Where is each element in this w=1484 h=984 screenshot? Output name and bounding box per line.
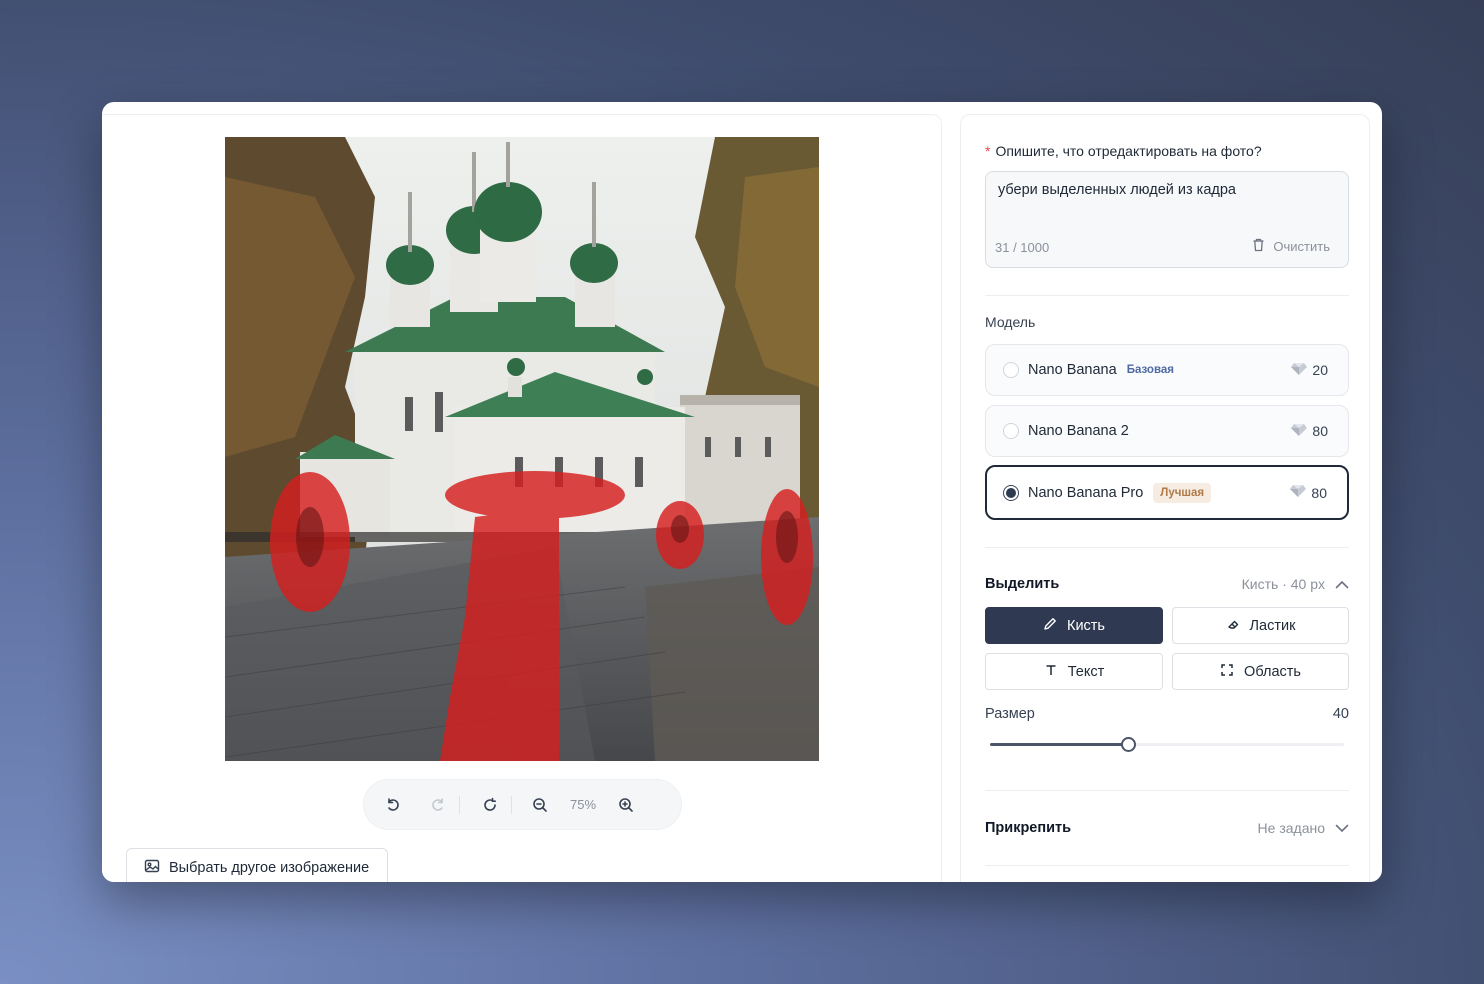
model-option-nano-banana-pro[interactable]: Nano Banana Pro Лучшая 80 <box>985 465 1349 520</box>
select-tools: Кисть Ластик Текст Область <box>985 607 1349 690</box>
area-tool-label: Область <box>1244 663 1301 680</box>
eraser-tool-label: Ластик <box>1249 617 1296 634</box>
brush-tool-button[interactable]: Кисть <box>985 607 1163 644</box>
model-option-nano-banana[interactable]: Nano Banana Базовая 20 <box>985 344 1349 396</box>
radio-button[interactable] <box>1003 362 1019 378</box>
clear-prompt-button[interactable]: Очистить <box>1252 238 1330 255</box>
zoom-level: 75% <box>569 797 597 812</box>
diamond-icon <box>1290 362 1308 379</box>
zoom-out-icon[interactable] <box>527 792 553 818</box>
choose-another-image-label: Выбрать другое изображение <box>169 860 370 876</box>
attach-value: Не задано <box>1258 820 1349 836</box>
attach-value-text: Не задано <box>1257 820 1325 836</box>
model-cost-value: 80 <box>1311 484 1327 501</box>
model-name: Nano Banana <box>1028 362 1117 378</box>
area-tool-button[interactable]: Область <box>1172 653 1349 690</box>
model-option-nano-banana-2[interactable]: Nano Banana 2 80 <box>985 405 1349 457</box>
area-select-icon <box>1220 663 1234 681</box>
brush-tool-label: Кисть <box>1067 617 1105 634</box>
zoom-in-icon[interactable] <box>613 792 639 818</box>
clear-prompt-label: Очистить <box>1273 239 1330 254</box>
model-cost: 80 <box>1290 423 1328 440</box>
toolbar-divider <box>511 795 512 814</box>
diamond-icon <box>1289 484 1307 501</box>
undo-icon[interactable] <box>380 792 406 818</box>
prompt-char-counter: 31 / 1000 <box>995 240 1050 255</box>
prompt-value: убери выделенных людей из кадра <box>998 182 1236 198</box>
divider <box>985 295 1349 296</box>
model-cost-value: 80 <box>1312 423 1328 439</box>
toolbar-divider <box>459 795 460 814</box>
settings-panel: * Опишите, что отредактировать на фото? у… <box>960 114 1370 882</box>
model-cost-value: 20 <box>1312 362 1328 378</box>
slider-handle[interactable] <box>1121 737 1137 752</box>
select-title: Выделить <box>985 576 1060 592</box>
photo-canvas[interactable] <box>225 137 819 761</box>
chevron-down-icon[interactable] <box>1335 820 1349 836</box>
prompt-question-text: Опишите, что отредактировать на фото? <box>995 143 1262 159</box>
editor-window: 75% Выбрать другое изображение * Опишите,… <box>102 102 1382 882</box>
slider-fill <box>990 743 1129 746</box>
text-icon <box>1044 663 1058 681</box>
text-tool-label: Текст <box>1067 663 1105 680</box>
divider <box>985 865 1349 866</box>
select-summary: Кисть · 40 px <box>1242 576 1349 592</box>
model-cost: 80 <box>1289 484 1327 501</box>
brush-icon <box>1043 617 1057 635</box>
redo-icon[interactable] <box>425 792 451 818</box>
diamond-icon <box>1290 423 1308 440</box>
model-badge-basic: Базовая <box>1126 364 1174 376</box>
eraser-icon <box>1226 617 1240 635</box>
brush-size-slider[interactable] <box>985 737 1349 752</box>
radio-button[interactable] <box>1003 423 1019 439</box>
brush-size-value: 40 <box>1332 706 1349 722</box>
model-name: Nano Banana Pro <box>1028 484 1144 501</box>
photo-illustration <box>225 137 819 761</box>
reset-icon[interactable] <box>477 792 503 818</box>
canvas-toolbar: 75% <box>363 779 682 830</box>
chevron-up-icon[interactable] <box>1335 576 1349 592</box>
brush-size-label: Размер <box>985 706 1035 722</box>
prompt-question: * Опишите, что отредактировать на фото? <box>985 143 1349 159</box>
image-icon <box>144 858 160 878</box>
model-name: Nano Banana 2 <box>1028 423 1129 439</box>
radio-button-selected[interactable] <box>1003 484 1019 501</box>
trash-icon <box>1252 238 1265 255</box>
model-badge-best: Лучшая <box>1153 482 1212 503</box>
model-cost: 20 <box>1290 362 1328 379</box>
required-mark: * <box>985 143 991 159</box>
attach-section-header[interactable]: Прикрепить Не задано <box>985 820 1349 836</box>
divider <box>985 790 1349 791</box>
model-label: Модель <box>985 314 1036 330</box>
attach-title: Прикрепить <box>985 820 1072 836</box>
brush-size-row: Размер 40 <box>985 706 1349 722</box>
eraser-tool-button[interactable]: Ластик <box>1172 607 1349 644</box>
choose-another-image-button[interactable]: Выбрать другое изображение <box>126 848 388 882</box>
divider <box>985 547 1349 548</box>
text-tool-button[interactable]: Текст <box>985 653 1163 690</box>
select-summary-text: Кисть · 40 px <box>1241 576 1325 592</box>
select-section-header[interactable]: Выделить Кисть · 40 px <box>985 576 1349 592</box>
prompt-textarea[interactable]: убери выделенных людей из кадра 31 / 100… <box>985 171 1349 268</box>
